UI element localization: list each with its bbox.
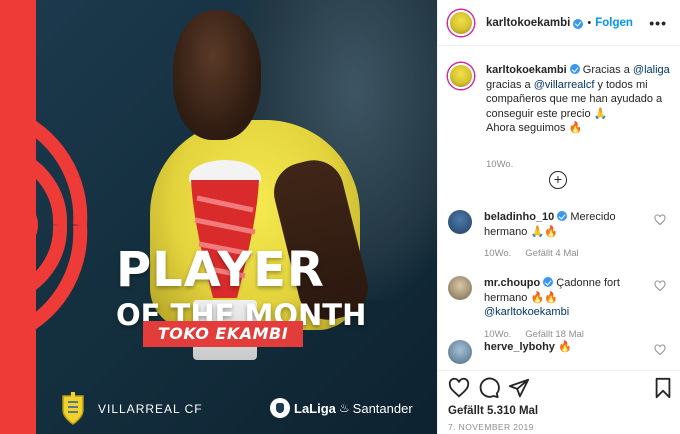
author-avatar[interactable] <box>448 9 474 36</box>
player-head <box>173 10 261 140</box>
verified-badge-icon <box>543 277 554 287</box>
caption-part: Ahora seguimos 🔥 <box>486 122 583 134</box>
comment-username[interactable]: beladinho_10 <box>484 211 554 223</box>
comment-item: herve_lybohy 🔥 <box>448 340 672 364</box>
comment-item: mr.choupo Çadonne fort hermano 🔥🔥 @karlt… <box>448 276 672 342</box>
caption-text: karltokoekambi Gracias a @laliga gracias… <box>486 63 672 172</box>
header-separator: • <box>587 16 592 29</box>
caption-part: gracias a <box>486 78 534 91</box>
sponsor-partner: Santander <box>352 400 413 416</box>
sponsor-brand: LaLiga <box>294 400 336 416</box>
comment-avatar[interactable] <box>448 276 472 300</box>
comment-avatar[interactable] <box>448 340 472 364</box>
comment-body: herve_lybohy 🔥 <box>484 340 644 364</box>
laliga-logo-icon <box>270 398 290 418</box>
post-sidebar: karltokoekambi • Folgen ••• karltokoekam… <box>437 0 680 434</box>
player-name-plate: TOKO EKAMBI <box>143 321 303 347</box>
club-badge-group: VILLARREAL CF <box>60 392 203 426</box>
caption-author-avatar[interactable] <box>448 63 474 89</box>
villarreal-crest-icon <box>62 392 84 425</box>
post-caption: karltokoekambi Gracias a @laliga gracias… <box>448 63 672 172</box>
santander-flame-icon: ♨ <box>338 401 350 415</box>
verified-badge-icon <box>573 18 584 29</box>
likes-count[interactable]: Gefällt 5.310 Mal <box>448 405 538 417</box>
post-date[interactable]: 7. NOVEMBER 2019 <box>448 422 534 432</box>
caption-username[interactable]: karltokoekambi <box>486 64 567 76</box>
save-bookmark-icon[interactable] <box>652 377 674 399</box>
comment-like-heart-icon[interactable] <box>654 280 666 292</box>
follow-button[interactable]: Folgen <box>595 17 633 29</box>
share-send-icon[interactable] <box>508 377 530 399</box>
author-username[interactable]: karltokoekambi <box>486 17 570 29</box>
award-title: PLAYER OF THE MONTH <box>116 244 366 332</box>
award-title-line1: PLAYER <box>116 242 325 298</box>
verified-badge-icon <box>557 211 568 221</box>
mention-villarrealcf[interactable]: @villarrealcf <box>534 79 595 91</box>
comment-body: mr.choupo Çadonne fort hermano 🔥🔥 @karlt… <box>484 276 644 342</box>
mention-laliga[interactable]: @laliga <box>633 64 670 76</box>
club-name: VILLARREAL CF <box>98 402 203 416</box>
comment-username[interactable]: herve_lybohy <box>484 341 555 353</box>
comment-like-heart-icon[interactable] <box>654 214 666 226</box>
post-image[interactable]: PLAYER OF THE MONTH TOKO EKAMBI VILLARRE… <box>0 0 437 434</box>
action-bar: Gefällt 5.310 Mal 7. NOVEMBER 2019 <box>438 370 680 434</box>
comment-timestamp[interactable]: 10Wo. <box>484 248 511 259</box>
comment-like-heart-icon[interactable] <box>654 344 666 356</box>
comment-avatar[interactable] <box>448 210 472 234</box>
like-heart-icon[interactable] <box>448 377 470 399</box>
more-options-icon[interactable]: ••• <box>649 15 667 31</box>
load-more-comments-icon[interactable]: + <box>549 171 567 189</box>
comment-body: beladinho_10 Merecido hermano 🙏🔥 10Wo. Ge… <box>484 210 644 262</box>
comment-text: 🔥 <box>557 341 572 353</box>
laliga-pattern-graphic <box>0 108 88 342</box>
laliga-santander-logo: LaLiga ♨ Santander <box>270 398 413 418</box>
comment-username[interactable]: mr.choupo <box>484 277 540 289</box>
comment-meta: 10Wo. Gefällt 4 Mal <box>484 247 644 262</box>
comment-likes[interactable]: Gefällt 18 Mal <box>525 329 584 340</box>
comment-likes[interactable]: Gefällt 4 Mal <box>525 248 578 259</box>
comment-item: beladinho_10 Merecido hermano 🙏🔥 10Wo. Ge… <box>448 210 672 262</box>
comments-section[interactable]: karltokoekambi Gracias a @laliga gracias… <box>438 47 680 370</box>
comment-icon[interactable] <box>478 377 500 399</box>
caption-timestamp[interactable]: 10Wo. <box>486 158 672 173</box>
mention-karltokoekambi[interactable]: @karltokoekambi <box>484 306 569 318</box>
verified-badge-icon <box>569 64 580 74</box>
caption-part: Gracias a <box>582 64 633 76</box>
comment-timestamp[interactable]: 10Wo. <box>484 329 511 340</box>
post-header: karltokoekambi • Folgen ••• <box>438 0 680 46</box>
